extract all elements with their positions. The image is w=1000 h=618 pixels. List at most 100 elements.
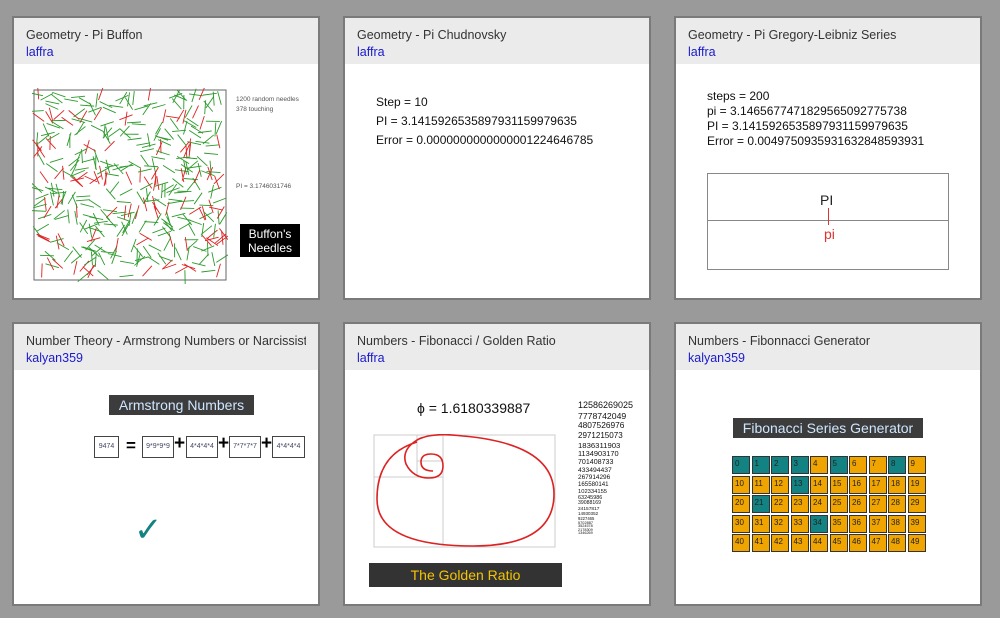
fibonacci-grid-cell[interactable]: 23 <box>790 495 809 513</box>
needle <box>210 184 214 199</box>
fibonacci-grid-cell[interactable]: 35 <box>829 514 848 533</box>
fibonacci-grid-cell[interactable]: 24 <box>810 495 828 513</box>
needle <box>136 142 151 146</box>
needle <box>205 96 215 109</box>
card-armstrong-numbers[interactable]: Number Theory - Armstrong Numbers or Nar… <box>12 322 320 606</box>
fibonacci-grid-cell[interactable]: 8 <box>888 456 906 474</box>
fibonacci-grid-cell[interactable]: 25 <box>829 495 848 513</box>
fibonacci-grid-cell[interactable]: 12 <box>771 475 789 494</box>
fibonacci-grid-cell[interactable]: 34 <box>810 514 828 533</box>
author-link[interactable]: laffra <box>26 44 54 60</box>
needle <box>214 122 217 137</box>
fibonacci-grid-cell[interactable]: 42 <box>771 534 789 552</box>
needle <box>38 134 50 144</box>
fibonacci-grid-cell[interactable]: 47 <box>868 534 887 552</box>
fibonacci-grid-cell[interactable]: 6 <box>849 456 867 474</box>
fibonacci-grid-cell[interactable]: 11 <box>751 475 770 494</box>
fibonacci-grid-cell[interactable]: 41 <box>751 534 770 552</box>
fibonacci-grid-cell[interactable]: 1 <box>751 456 770 474</box>
fibonacci-grid-cell[interactable]: 17 <box>868 475 887 494</box>
fibonacci-grid-cell[interactable]: 40 <box>732 534 750 552</box>
card-pi-buffon[interactable]: Geometry - Pi Buffon laffra 1200 random … <box>12 16 320 300</box>
card-header: Numbers - Fibonnacci Generator kalyan359 <box>676 324 980 370</box>
needle <box>136 191 145 204</box>
pi-marker <box>828 208 829 225</box>
needle <box>92 212 100 226</box>
fibonacci-grid-cell[interactable]: 10 <box>732 475 750 494</box>
needle <box>151 158 156 173</box>
needle <box>141 143 156 148</box>
needle <box>116 201 131 204</box>
author-link[interactable]: laffra <box>688 44 716 60</box>
buffon-label-line1: Buffon's <box>248 227 292 241</box>
needle <box>174 247 182 261</box>
needle <box>67 191 76 205</box>
needle <box>105 188 116 200</box>
fibonacci-grid-cell[interactable]: 7 <box>868 456 887 474</box>
fibonacci-grid-cell[interactable]: 29 <box>907 495 926 513</box>
fibonacci-grid-cell[interactable]: 38 <box>888 514 906 533</box>
fibonacci-grid-cell[interactable]: 37 <box>868 514 887 533</box>
needle <box>213 223 216 238</box>
checkmark-icon: ✓ <box>134 511 163 549</box>
number-box: 9474 <box>94 436 119 458</box>
fibonacci-grid-cell[interactable]: 26 <box>849 495 867 513</box>
fibonacci-grid-cell[interactable]: 32 <box>771 514 789 533</box>
fibonacci-grid-cell[interactable]: 5 <box>829 456 848 474</box>
fibonacci-grid-cell[interactable]: 28 <box>888 495 906 513</box>
needle <box>68 110 80 120</box>
needle <box>119 188 133 196</box>
needle <box>64 98 79 102</box>
fibonacci-grid-cell[interactable]: 16 <box>849 475 867 494</box>
needle <box>119 164 134 168</box>
fibonacci-grid-cell[interactable]: 43 <box>790 534 809 552</box>
fibonacci-grid-cell[interactable]: 4 <box>810 456 828 474</box>
fibonacci-grid-cell[interactable]: 39 <box>907 514 926 533</box>
needle <box>35 193 49 200</box>
fibonacci-grid-cell[interactable]: 27 <box>868 495 887 513</box>
fibonacci-grid-cell[interactable]: 48 <box>888 534 906 552</box>
fibonacci-grid-cell[interactable]: 22 <box>771 495 789 513</box>
author-link[interactable]: kalyan359 <box>688 350 745 366</box>
author-link[interactable]: kalyan359 <box>26 350 83 366</box>
card-golden-ratio[interactable]: Numbers - Fibonacci / Golden Ratio laffr… <box>343 322 651 606</box>
fibonacci-grid-cell[interactable]: 44 <box>810 534 828 552</box>
fibonacci-grid-cell[interactable]: 31 <box>751 514 770 533</box>
fibonacci-grid-cell[interactable]: 30 <box>732 514 750 533</box>
needle <box>157 139 172 146</box>
card-fibonacci-generator[interactable]: Numbers - Fibonnacci Generator kalyan359… <box>674 322 982 606</box>
needle <box>75 199 90 202</box>
fibonacci-grid-cell[interactable]: 3 <box>790 456 809 474</box>
card-pi-gregory-leibniz[interactable]: Geometry - Pi Gregory-Leibniz Series laf… <box>674 16 982 300</box>
needle <box>148 244 162 252</box>
needle <box>81 158 96 163</box>
fibonacci-grid-cell[interactable]: 36 <box>849 514 867 533</box>
fibonacci-grid-cell[interactable]: 14 <box>810 475 828 494</box>
author-link[interactable]: laffra <box>357 350 385 366</box>
card-title: Numbers - Fibonnacci Generator <box>688 334 871 348</box>
fibonacci-grid-cell[interactable]: 2 <box>771 456 789 474</box>
golden-ratio-preview: ϕ = 1.6180339887 The Golden Ratio 125862… <box>345 370 649 604</box>
needle <box>109 181 120 193</box>
needle <box>186 117 199 127</box>
fibonacci-grid-cell[interactable]: 20 <box>732 495 750 513</box>
power-box: 4*4*4*4 <box>272 436 305 458</box>
fibonacci-grid-cell[interactable]: 13 <box>790 475 809 494</box>
plus-sign: + <box>174 433 186 454</box>
fibonacci-grid-cell[interactable]: 45 <box>829 534 848 552</box>
card-pi-chudnovsky[interactable]: Geometry - Pi Chudnovsky laffra Step = 1… <box>343 16 651 300</box>
needle <box>80 104 95 107</box>
fibonacci-grid-cell[interactable]: 0 <box>732 456 750 474</box>
fibonacci-grid-cell[interactable]: 49 <box>907 534 926 552</box>
author-link[interactable]: laffra <box>357 44 385 60</box>
fibonacci-grid-cell[interactable]: 19 <box>907 475 926 494</box>
fibonacci-grid-cell[interactable]: 18 <box>888 475 906 494</box>
fibonacci-grid-cell[interactable]: 21 <box>751 495 770 513</box>
fibonacci-grid-cell[interactable]: 15 <box>829 475 848 494</box>
fibonacci-grid-cell[interactable]: 33 <box>790 514 809 533</box>
needle <box>156 176 160 190</box>
fibonacci-grid-cell[interactable]: 46 <box>849 534 867 552</box>
fibonacci-grid-cell[interactable]: 9 <box>907 456 926 474</box>
needle <box>71 95 86 99</box>
touching-count: 378 touching <box>236 106 274 113</box>
